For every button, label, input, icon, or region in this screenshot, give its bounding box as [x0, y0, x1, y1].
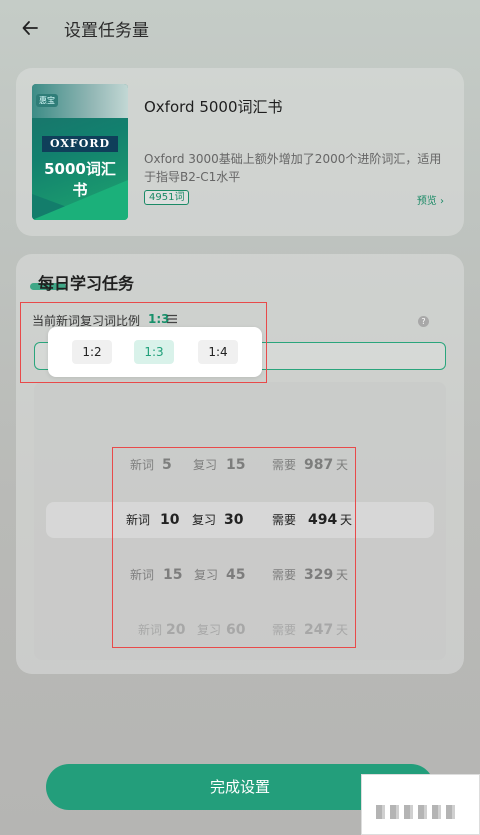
book-description: Oxford 3000基础上额外增加了2000个进阶词汇，适用于指导B2-C1水…	[144, 152, 442, 184]
book-name: Oxford 5000词汇书	[144, 98, 283, 116]
ratio-option-1-3[interactable]: 1:3	[134, 340, 174, 364]
new-label: 新词	[126, 513, 151, 527]
days-count: 329	[304, 567, 334, 583]
ratio-option-1-2[interactable]: 1:2	[72, 340, 112, 364]
review-label: 复习	[194, 568, 219, 582]
book-card[interactable]: 惠宝 OXFORD 5000词汇书 Oxford 5000词汇书 Oxford …	[16, 68, 464, 236]
page-title: 设置任务量	[64, 21, 149, 41]
task-wheel-picker[interactable]: 新词 5 复习 15 需要 987 天 新词 10 复习 30 需要 494 天…	[34, 382, 446, 660]
preview-link[interactable]: 预览 ›	[417, 192, 444, 207]
new-count: 20	[166, 622, 186, 638]
wheel-row[interactable]: 新词 15 复习 45 需要 329 天	[34, 560, 446, 590]
need-label: 需要	[272, 623, 297, 637]
cover-title: 5000词汇书	[44, 160, 116, 199]
menu-icon[interactable]	[166, 314, 178, 324]
wheel-row[interactable]: 新词 5 复习 15 需要 987 天	[34, 450, 446, 480]
section-title: 每日学习任务	[38, 274, 135, 293]
help-icon[interactable]: ?	[418, 316, 429, 327]
cover-brand: OXFORD	[42, 136, 118, 152]
days-unit: 天	[336, 623, 349, 637]
ratio-options-popup: 1:2 1:3 1:4	[48, 327, 262, 377]
days-unit: 天	[336, 458, 349, 472]
need-label: 需要	[272, 513, 297, 527]
wheel-row-selected[interactable]: 新词 10 复习 30 需要 494 天	[34, 505, 446, 535]
days-count: 247	[304, 622, 334, 638]
arrow-left-icon	[22, 21, 38, 35]
need-label: 需要	[272, 458, 297, 472]
cover-tag: 惠宝	[36, 94, 58, 107]
new-label: 新词	[130, 458, 155, 472]
new-label: 新词	[130, 568, 155, 582]
review-label: 复习	[192, 513, 217, 527]
days-unit: 天	[340, 513, 353, 527]
ratio-option-1-4[interactable]: 1:4	[198, 340, 238, 364]
review-count: 45	[226, 567, 246, 583]
review-count: 15	[226, 457, 246, 473]
back-button[interactable]	[16, 14, 44, 42]
days-count: 494	[308, 512, 338, 528]
review-count: 30	[224, 512, 244, 528]
need-label: 需要	[272, 568, 297, 582]
wheel-row[interactable]: 新词 20 复习 60 需要 247 天	[34, 615, 446, 645]
days-unit: 天	[336, 568, 349, 582]
header: 设置任务量	[0, 0, 480, 56]
book-cover: 惠宝 OXFORD 5000词汇书	[32, 84, 128, 220]
new-label: 新词	[138, 623, 163, 637]
new-count: 5	[162, 457, 172, 473]
daily-task-card: 每日学习任务 当前新词复习词比例 1:3 ? 新词 5 复习 15 需要 987…	[16, 254, 464, 674]
corner-overlay	[361, 774, 480, 835]
new-count: 10	[160, 512, 180, 528]
review-label: 复习	[193, 458, 218, 472]
new-count: 15	[163, 567, 183, 583]
review-label: 复习	[197, 623, 222, 637]
word-count-badge: 4951词	[144, 190, 190, 205]
days-count: 987	[304, 457, 334, 473]
review-count: 60	[226, 622, 246, 638]
